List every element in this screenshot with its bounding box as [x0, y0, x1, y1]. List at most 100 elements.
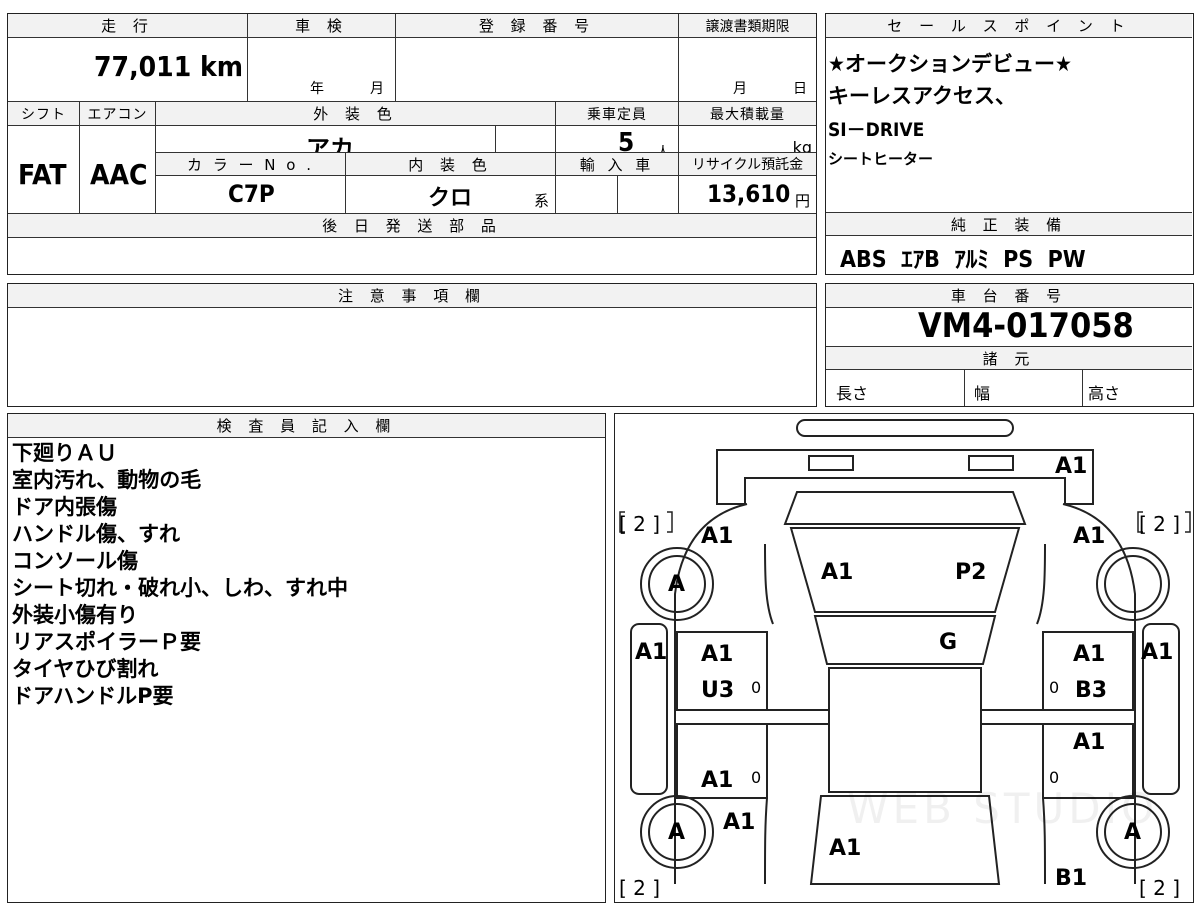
equipment-header: 純 正 装 備 [826, 212, 1192, 236]
height-label: 高さ [1088, 384, 1121, 403]
chassis-number: VM4-017058 [918, 306, 1134, 346]
dimensions-divider-1 [964, 370, 965, 406]
transfer-month-label: 月 [733, 81, 747, 97]
interior-color-header: 内 装 色 [346, 152, 556, 176]
transfer-day-label: 日 [793, 81, 807, 97]
inspector-header: 検 査 員 記 入 欄 [8, 414, 605, 438]
tire-count-rear-right: [ 2 ] [1139, 512, 1181, 536]
transfer-deadline-header: 譲渡書類期限 [679, 14, 816, 38]
damage-left-front-door: A1 [701, 768, 734, 793]
damage-rear-right-quarter: A1 [1073, 524, 1106, 549]
inspection-year-label: 年 [310, 81, 324, 97]
sales-point-line-3: SI－DRIVE [828, 119, 925, 141]
damage-left-rear-door-u3: U3 [701, 678, 735, 703]
zero-mark-right-rear: 0 [1049, 678, 1060, 697]
damage-right-front-door: A1 [1073, 730, 1106, 755]
sales-points-header: セ ー ル ス ポ イ ン ト [826, 14, 1192, 38]
damage-diagram-panel: [ 2 ] [ 2 ] [ 2 ] [ 2 ] A A A A1 A1 A1 A… [614, 413, 1194, 903]
damage-rear-left-quarter: A1 [701, 524, 734, 549]
color-no-value: C7P [228, 180, 275, 208]
damage-trunk: A1 [821, 560, 854, 585]
damage-rear-glass: P2 [955, 560, 987, 585]
inspector-note: ドアハンドルP要 [12, 684, 174, 708]
inspection-cell: 年 月 [248, 38, 396, 102]
inspection-header: 車 検 [248, 14, 396, 38]
inspector-note: ハンドル傷、すれ [12, 522, 180, 546]
recycle-unit: 円 [795, 192, 811, 210]
color-no-header: カ ラ ー N o . [156, 152, 346, 176]
capacity-header: 乗車定員 [556, 102, 679, 126]
inspector-note: コンソール傷 [12, 549, 138, 573]
inspector-note: タイヤひび割れ [12, 657, 159, 681]
later-parts-header: 後 日 発 送 部 品 [8, 214, 816, 238]
inspector-note: 外装小傷有り [12, 603, 138, 627]
dimensions-header: 諸 元 [826, 346, 1192, 370]
tire-count-front-left: [ 2 ] [619, 876, 661, 900]
sales-point-line-2: キーレスアクセス、 [828, 84, 1016, 108]
recycle-cell: 13,610 円 [679, 176, 816, 214]
mileage-cell: 77,011 km [8, 38, 248, 102]
import-cell-b [618, 176, 679, 214]
notes-panel: 注 意 事 項 欄 [7, 283, 817, 407]
inspection-month-label: 月 [370, 81, 384, 97]
inspector-panel: 検 査 員 記 入 欄 下廻りＡＵ 室内汚れ、動物の毛 ドア内張傷 ハンドル傷、… [7, 413, 606, 903]
ac-cell: AAC [80, 126, 156, 214]
damage-roof: G [939, 630, 958, 655]
inspector-note: シート切れ・破れ小、しわ、すれ中 [12, 576, 348, 600]
interior-color-value: クロ [428, 186, 473, 211]
mileage-header: 走 行 [8, 14, 248, 38]
damage-left-side-rear: A1 [635, 640, 668, 665]
sales-point-line-1: ★オークションデビュー★ [828, 52, 1072, 76]
damage-rear-bumper: A1 [1055, 454, 1088, 479]
recycle-header: リサイクル預託金 [679, 152, 816, 176]
width-label: 幅 [974, 384, 991, 403]
exterior-color-header: 外 装 色 [156, 102, 556, 126]
tire-count-front-right: [ 2 ] [1139, 876, 1181, 900]
zero-mark-left-rear: 0 [751, 678, 762, 697]
inspector-note: リアスポイラーＰ要 [12, 630, 201, 654]
damage-hood: A1 [829, 836, 862, 861]
ac-value: AAC [90, 158, 148, 191]
tire-grade-rear-left: A [668, 572, 686, 597]
import-cell-a [556, 176, 618, 214]
damage-left-rear-door: A1 [701, 642, 734, 667]
sales-point-line-4: シートヒーター [828, 150, 934, 168]
tire-count-rear-left: [ 2 ] [619, 512, 661, 536]
interior-color-suffix: 系 [534, 192, 550, 210]
ac-header: エアコン [80, 102, 156, 126]
inspector-note: 室内汚れ、動物の毛 [12, 468, 202, 492]
notes-area [8, 308, 816, 406]
length-label: 長さ [836, 384, 869, 403]
chassis-panel: 車 台 番 号 VM4-017058 諸 元 長さ 幅 高さ [825, 283, 1194, 407]
max-load-header: 最大積載量 [679, 102, 816, 126]
inspector-note: ドア内張傷 [12, 495, 117, 519]
vehicle-info-table: 走 行 車 検 登 録 番 号 譲渡書類期限 77,011 km 年 月 月 日… [7, 13, 817, 275]
damage-right-rear-door: A1 [1073, 642, 1106, 667]
registration-cell [396, 38, 679, 102]
interior-color-cell: クロ 系 [346, 176, 556, 214]
import-header: 輸 入 車 [556, 152, 679, 176]
chassis-header: 車 台 番 号 [826, 284, 1192, 308]
damage-right-side: A1 [1141, 640, 1174, 665]
sales-points-panel: セ ー ル ス ポ イ ン ト ★オークションデビュー★ キーレスアクセス、 S… [825, 13, 1194, 275]
inspector-notes-list: 下廻りＡＵ 室内汚れ、動物の毛 ドア内張傷 ハンドル傷、すれ コンソール傷 シー… [12, 440, 348, 710]
damage-right-rear-door-b3: B3 [1075, 678, 1108, 703]
tire-grade-front-left: A [668, 820, 686, 845]
registration-header: 登 録 番 号 [396, 14, 679, 38]
dimensions-divider-2 [1082, 370, 1083, 406]
shift-value: FAT [18, 158, 67, 191]
shift-cell: FAT [8, 126, 80, 214]
color-no-cell: C7P [156, 176, 346, 214]
watermark: WEB STUDIO [847, 784, 1159, 833]
zero-mark-left-front: 0 [751, 768, 762, 787]
damage-left-fender: A1 [723, 810, 756, 835]
notes-header: 注 意 事 項 欄 [8, 284, 816, 308]
damage-front-bumper: B1 [1055, 866, 1088, 891]
inspector-note: 下廻りＡＵ [12, 441, 117, 465]
transfer-cell: 月 日 [679, 38, 816, 102]
mileage-value: 77,011 km [94, 50, 243, 83]
equipment-value: ABS ｴｱB ｱﾙﾐ PS PW [840, 247, 1086, 273]
recycle-value: 13,610 [707, 180, 791, 208]
later-parts-area [8, 238, 816, 274]
shift-header: シフト [8, 102, 80, 126]
